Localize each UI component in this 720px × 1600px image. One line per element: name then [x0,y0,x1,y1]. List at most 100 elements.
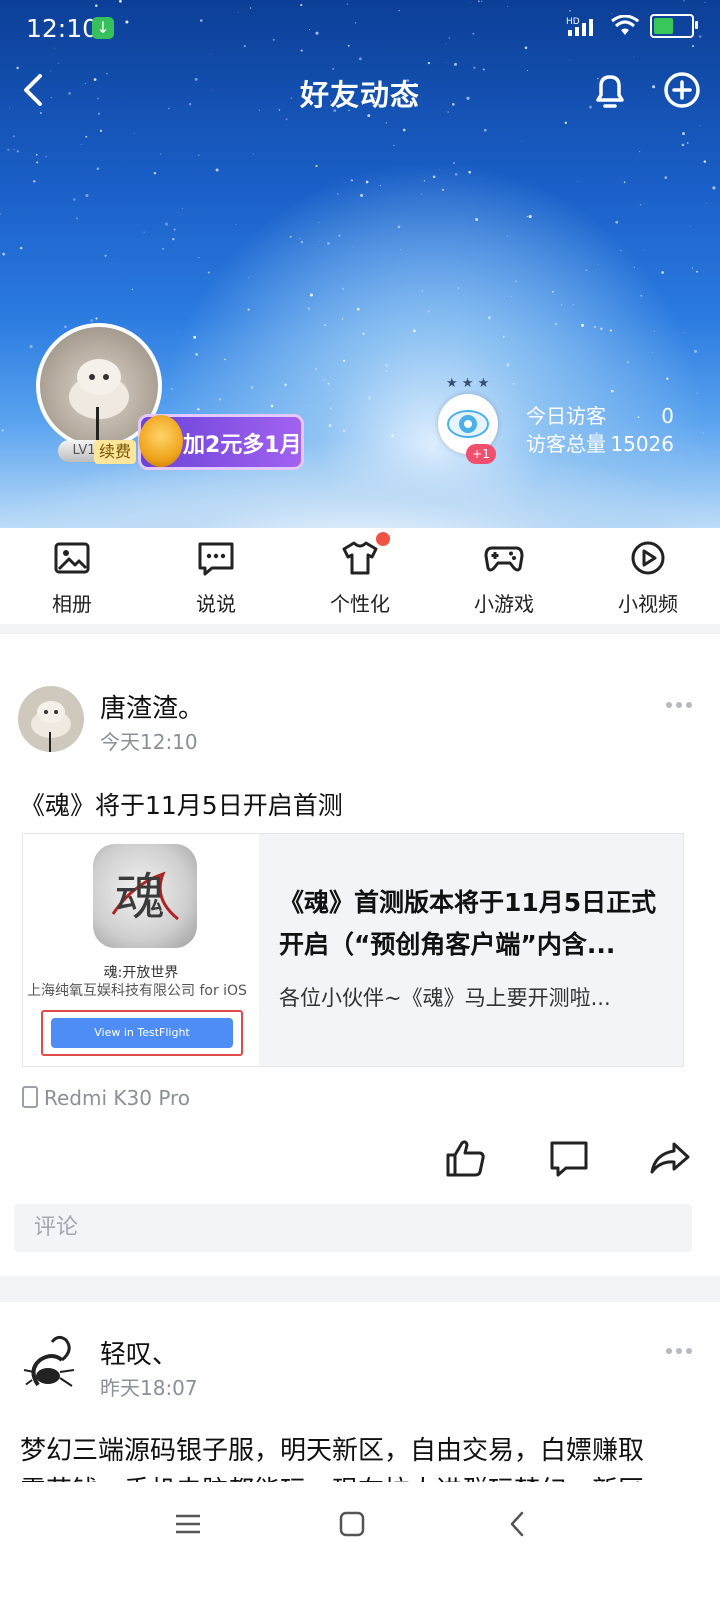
star [609,329,612,332]
star [696,270,698,273]
tab-personalize[interactable]: 个性化 [288,528,432,624]
star [706,202,707,204]
star [315,165,318,167]
menu-icon[interactable] [174,1510,202,1538]
more-options-icon[interactable] [666,702,692,710]
star [412,329,416,333]
star [654,330,656,332]
section-divider [0,1276,720,1302]
comment-bubble-icon[interactable] [548,1136,592,1180]
app-name: 魂:开放世界 [103,965,179,981]
star [178,212,179,213]
home-square-icon[interactable] [338,1510,366,1538]
play-circle-icon [631,541,665,575]
star [639,203,642,206]
star [33,180,36,183]
star [438,168,440,170]
star [90,319,94,322]
star [96,167,100,171]
star [633,266,635,268]
wifi-icon [611,15,639,35]
star [627,361,629,364]
tab-short-video[interactable]: 小视频 [576,528,720,624]
post-author-name[interactable]: 唐渣渣。 [100,688,204,725]
star [197,408,200,411]
visitor-stats[interactable]: 今日访客 0 访客总量 15026 [526,402,674,458]
vip-promo-banner[interactable]: 加2元多1月 [138,414,304,470]
star [1,429,4,432]
star [421,193,423,195]
star [400,249,402,250]
star [160,153,162,155]
tab-album[interactable]: 相册 [0,528,144,624]
star [323,379,325,381]
star [696,392,698,394]
post-author-avatar[interactable] [18,1330,84,1396]
chat-bubble-icon [198,542,234,576]
vip-mascot-icon [139,415,183,467]
star [327,382,330,385]
star [528,214,532,219]
star [95,317,98,320]
star [391,434,394,437]
star [215,168,219,172]
star [143,231,145,233]
more-options-icon[interactable] [666,1348,692,1356]
star [29,344,33,349]
star [640,294,643,297]
add-circle-icon[interactable] [660,68,704,112]
like-thumb-icon[interactable] [444,1136,488,1180]
star [133,133,135,135]
star [432,175,436,179]
top-navigation: 好友动态 [0,60,720,120]
today-visitors-label: 今日访客 [526,404,606,428]
star [0,213,1,216]
back-triangle-icon[interactable] [504,1510,532,1538]
shared-link-summary: 各位小伙伴~《魂》马上要开测啦... [279,986,611,1010]
star [397,225,401,229]
share-arrow-icon[interactable] [648,1136,692,1180]
star [300,240,304,244]
star [526,215,528,218]
star [16,150,19,153]
star [577,180,579,182]
system-navigation-bar [0,1482,720,1600]
shared-link-thumbnail: 魂 魂:开放世界 上海纯氧互娱科技有限公司 for iOS View in Te… [23,834,259,1066]
star [681,143,685,147]
post-timestamp: 昨天18:07 [100,1376,198,1400]
star [393,144,395,146]
star [342,287,345,290]
battery-icon [650,14,698,38]
star [581,323,584,327]
bell-icon[interactable] [588,68,632,112]
post-author-name[interactable]: 轻叹、 [100,1334,178,1371]
star [423,180,426,182]
star [164,222,169,226]
tab-minigames-label: 小游戏 [474,592,534,616]
tab-minigames[interactable]: 小游戏 [432,528,576,624]
star [691,267,694,269]
star [350,179,353,182]
star [620,249,622,252]
star [19,246,23,250]
star [468,170,471,174]
tab-moments[interactable]: 说说 [144,528,288,624]
star [270,404,274,408]
svg-text:★ ★ ★: ★ ★ ★ [446,376,489,390]
comment-input[interactable]: 评论 [14,1204,692,1252]
renew-button[interactable]: 续费 [94,440,136,464]
star [666,377,669,380]
star [247,308,250,311]
post-author-avatar[interactable] [18,686,84,752]
tshirt-icon [342,541,378,575]
star [699,125,701,127]
star [561,304,563,306]
star [173,228,176,231]
star [610,389,614,393]
status-time: 12:10 [26,14,99,43]
star [324,324,326,326]
star [600,327,603,330]
shared-link-card[interactable]: 魂 魂:开放世界 上海纯氧互娱科技有限公司 for iOS View in Te… [22,833,684,1067]
star [638,150,641,153]
star [352,246,354,248]
